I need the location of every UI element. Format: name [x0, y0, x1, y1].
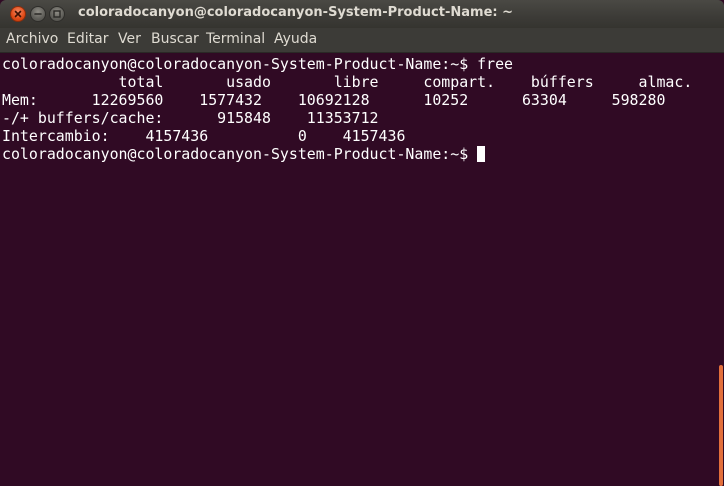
menu-bar: Archivo Editar Ver Buscar Terminal Ayuda — [0, 28, 724, 53]
menu-archivo[interactable]: Archivo — [6, 31, 58, 47]
free-mem-row: Mem: 12269560 1577432 10692128 10252 633… — [2, 91, 666, 109]
minimize-icon — [34, 13, 42, 15]
menu-ayuda[interactable]: Ayuda — [274, 31, 317, 47]
menu-ver[interactable]: Ver — [118, 31, 141, 47]
title-bar[interactable]: coloradocanyon@coloradocanyon-System-Pro… — [0, 0, 724, 28]
terminal-output[interactable]: coloradocanyon@coloradocanyon-System-Pro… — [0, 53, 719, 486]
maximize-icon — [53, 10, 61, 18]
menu-buscar[interactable]: Buscar — [151, 31, 199, 47]
terminal-window: coloradocanyon@coloradocanyon-System-Pro… — [0, 0, 724, 486]
close-icon — [14, 10, 22, 18]
maximize-button[interactable] — [49, 6, 65, 22]
close-button[interactable] — [10, 6, 26, 22]
menu-editar[interactable]: Editar — [67, 31, 108, 47]
menu-terminal[interactable]: Terminal — [206, 31, 265, 47]
text-cursor — [477, 146, 486, 162]
free-header-row: total usado libre compart. búffers almac… — [2, 73, 693, 91]
terminal-command-line: coloradocanyon@coloradocanyon-System-Pro… — [2, 55, 514, 73]
window-title: coloradocanyon@coloradocanyon-System-Pro… — [78, 5, 513, 20]
scrollbar-thumb[interactable] — [719, 364, 723, 486]
scrollbar[interactable] — [719, 53, 724, 486]
free-buffers-cache-row: -/+ buffers/cache: 915848 11353712 — [2, 109, 379, 127]
minimize-button[interactable] — [30, 6, 46, 22]
free-swap-row: Intercambio: 4157436 0 4157436 — [2, 127, 406, 145]
terminal-prompt: coloradocanyon@coloradocanyon-System-Pro… — [2, 145, 469, 163]
